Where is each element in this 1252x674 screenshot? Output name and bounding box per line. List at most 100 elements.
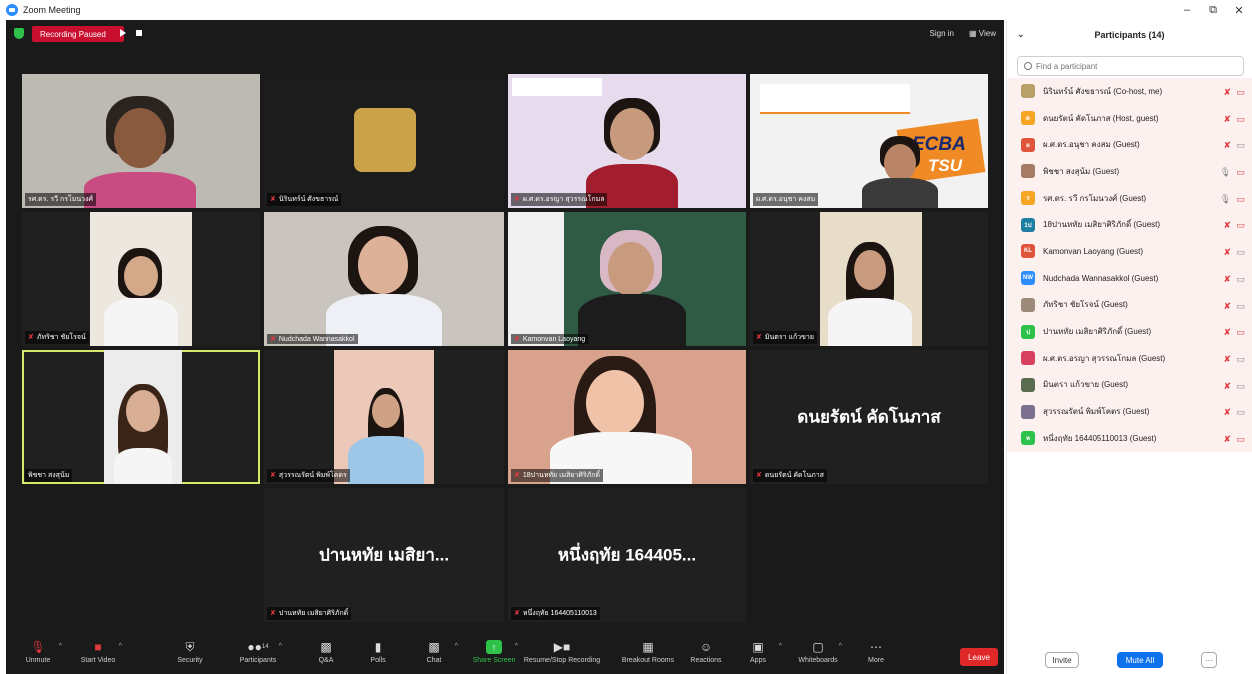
muted-mic-icon[interactable]: ✘ [1223, 354, 1231, 365]
video-tile[interactable]: ดนยรัตน์ คัดโนภาส ✘ ดนยรัตน์ คัดโนภาส [750, 350, 988, 484]
participant-display-name: หนึ่งฤทัย 164405... [557, 545, 697, 565]
participant-list-item[interactable]: ห หนึ่งฤทัย 164405110013 (Guest) ✘ ▭ [1007, 424, 1252, 452]
security-shield-icon[interactable] [14, 28, 24, 39]
leave-button[interactable]: Leave [960, 648, 998, 666]
more-button[interactable]: ⋯ More [846, 640, 906, 664]
resume-stop-recording-button[interactable]: ▶■ Resume/Stop Recording [524, 640, 600, 664]
participants-button[interactable]: ●● 14 ^ Participants [228, 640, 288, 664]
muted-mic-icon[interactable]: ✘ [1223, 274, 1231, 285]
mic-icon[interactable]: 🎙 [1220, 167, 1231, 178]
video-off-icon[interactable]: ▭ [1236, 434, 1245, 445]
video-icon[interactable]: ▭ [1236, 407, 1245, 418]
share-screen-button[interactable]: ↑ ^ Share Screen [464, 640, 524, 664]
chevron-up-icon[interactable]: ^ [119, 643, 122, 650]
minimize-icon[interactable]: – [1174, 0, 1200, 20]
video-tile[interactable]: รศ.ดร. รวี กรโมนวงศ์ [22, 74, 260, 208]
avatar: ร [1021, 191, 1035, 206]
participant-list-item[interactable]: 1ป 18ปานหทัย เมสิยาศิริภักดิ์ (Guest) ✘ ▭ [1007, 211, 1252, 239]
participant-list-item[interactable]: มินตรา แก้วขาย (Guest) ✘ ▭ [1007, 371, 1252, 399]
video-off-icon[interactable]: ▭ [1236, 327, 1245, 338]
participant-list-item[interactable]: ผ.ศ.ดร.อรญา สุวรรณโกมล (Guest) ✘ ▭ [1007, 344, 1252, 372]
stop-recording-icon[interactable] [136, 30, 142, 36]
video-tile[interactable]: ✘ ภัทริชา ชัยโรจน์ [22, 212, 260, 346]
chevron-up-icon[interactable]: ^ [515, 643, 518, 650]
video-tile[interactable]: ✘ สุวรรณรัตน์ พิมพ์โคตร [264, 350, 504, 484]
reactions-button[interactable]: ☺ Reactions [676, 640, 736, 664]
participant-list-item[interactable]: ร รศ.ดร. รวี กรโมนวงศ์ (Guest) 🎙 ▭ [1007, 184, 1252, 212]
avatar: ด [1021, 111, 1035, 126]
mute-all-button[interactable]: Mute All [1117, 652, 1163, 668]
video-tile[interactable]: ✘ Nudchada Wannasakkol [264, 212, 504, 346]
video-tile[interactable]: ECBA TSU ผ.ศ.ดร.อนุชา คงสม [750, 74, 988, 208]
muted-mic-icon[interactable]: ✘ [1223, 140, 1231, 151]
video-off-icon[interactable]: ▭ [1236, 87, 1245, 98]
chevron-up-icon[interactable]: ^ [779, 643, 782, 650]
participant-list-item[interactable]: KL Kamonvan Laoyang (Guest) ✘ ▭ [1007, 238, 1252, 265]
participant-search-input[interactable] [1036, 61, 1236, 71]
participant-name: รศ.ดร. รวี กรโมนวงศ์ (Guest) [1043, 193, 1147, 203]
video-icon[interactable]: ▭ [1236, 301, 1245, 312]
chevron-up-icon[interactable]: ^ [839, 643, 842, 650]
muted-mic-icon[interactable]: ✘ [1223, 247, 1231, 258]
video-off-icon[interactable]: ▭ [1236, 167, 1245, 178]
video-off-icon[interactable]: ▭ [1236, 194, 1245, 205]
qa-button[interactable]: ▩ Q&A [296, 640, 356, 664]
muted-mic-icon[interactable]: ✘ [1223, 87, 1231, 98]
video-tile[interactable]: ✘ Kamonvan Laoyang [508, 212, 746, 346]
resume-recording-icon[interactable] [120, 29, 126, 37]
unmute-button[interactable]: 🎙 ^ Unmute [8, 640, 68, 664]
video-icon[interactable]: ▭ [1236, 140, 1245, 151]
video-icon[interactable]: ▭ [1236, 381, 1245, 392]
chevron-down-icon[interactable]: ⌄ [1017, 29, 1025, 40]
participant-search-box[interactable] [1017, 56, 1244, 76]
participant-list-item[interactable]: NW Nudchada Wannasakkol (Guest) ✘ ▭ [1007, 264, 1252, 292]
view-button[interactable]: ▦ View [969, 29, 996, 38]
participants-panel-title: Participants (14) [1094, 30, 1165, 40]
video-icon[interactable]: ▭ [1236, 247, 1245, 258]
breakout-rooms-button[interactable]: ▦ Breakout Rooms [618, 640, 678, 664]
video-off-icon[interactable]: ▭ [1236, 114, 1245, 125]
video-tile-active-speaker[interactable]: พิชชา สงสุน้ม [22, 350, 260, 484]
mic-icon[interactable]: 🎙 [1220, 194, 1231, 205]
start-video-button[interactable]: ■ ^ Start Video [68, 640, 128, 664]
chat-button[interactable]: ▩ ^ Chat [404, 640, 464, 664]
video-tile[interactable]: หนึ่งฤทัย 164405... ✘ หนึ่งฤทัย 164405110… [508, 488, 746, 622]
chevron-up-icon[interactable]: ^ [59, 643, 62, 650]
participant-list-item[interactable]: ด ดนยรัตน์ คัดโนภาส (Host, guest) ✘ ▭ [1007, 104, 1252, 132]
video-icon[interactable]: ▭ [1236, 354, 1245, 365]
muted-mic-icon[interactable]: ✘ [1223, 407, 1231, 418]
restore-icon[interactable]: ⧉ [1200, 0, 1226, 20]
participant-list-item[interactable]: พิชชา สงสุน้ม (Guest) 🎙 ▭ [1007, 158, 1252, 185]
muted-mic-icon[interactable]: ✘ [1223, 220, 1231, 231]
muted-mic-icon[interactable]: ✘ [1223, 381, 1231, 392]
avatar: ผ [1021, 137, 1035, 152]
sign-in-link[interactable]: Sign in [930, 29, 954, 38]
apps-button[interactable]: ▣ ^ Apps [728, 640, 788, 664]
video-tile[interactable]: ✘ นิรินทร์น์ ศังขธารณ์ [264, 74, 504, 208]
participant-list-item[interactable]: สุวรรณรัตน์ พิมพ์โคตร (Guest) ✘ ▭ [1007, 398, 1252, 425]
muted-mic-icon[interactable]: ✘ [1223, 114, 1231, 125]
close-icon[interactable]: ✕ [1226, 0, 1252, 20]
whiteboards-button[interactable]: ▢ ^ Whiteboards [788, 640, 848, 664]
participant-list-item[interactable]: ภัทริชา ชัยโรจน์ (Guest) ✘ ▭ [1007, 291, 1252, 319]
muted-mic-icon[interactable]: ✘ [1223, 327, 1231, 338]
polls-button[interactable]: ▮ Polls [348, 640, 408, 664]
participant-list-item[interactable]: นิรินทร์น์ ศังขธารณ์ (Co-host, me) ✘ ▭ [1007, 78, 1252, 105]
chevron-up-icon[interactable]: ^ [279, 643, 282, 650]
participant-name-label: ผ.ศ.ดร.อนุชา คงสม [753, 193, 819, 206]
video-tile[interactable]: ✘ ผ.ศ.ดร.อรญา สุวรรณโกมล [508, 74, 746, 208]
video-tile[interactable]: ปานหทัย เมสิยา... ✘ ปานหทัย เมสิยาศิริภัก… [264, 488, 504, 622]
video-tile[interactable]: ✘ 18ปานหทัย เมสิยาศิริภักดิ์ [508, 350, 746, 484]
video-off-icon[interactable]: ▭ [1236, 220, 1245, 231]
muted-mic-icon[interactable]: ✘ [1223, 434, 1231, 445]
chevron-up-icon[interactable]: ^ [455, 643, 458, 650]
video-icon[interactable]: ▭ [1236, 274, 1245, 285]
invite-button[interactable]: Invite [1045, 652, 1079, 668]
participant-list-item[interactable]: ผ ผ.ศ.ดร.อนุชา คงสม (Guest) ✘ ▭ [1007, 131, 1252, 159]
participant-name-label: ✘ Nudchada Wannasakkol [267, 334, 358, 344]
muted-mic-icon[interactable]: ✘ [1223, 301, 1231, 312]
participant-list-item[interactable]: ป ปานหทัย เมสิยาศิริภักดิ์ (Guest) ✘ ▭ [1007, 318, 1252, 345]
more-options-button[interactable]: ··· [1201, 652, 1217, 668]
video-tile[interactable]: ✘ มินตรา แก้วขาย [750, 212, 988, 346]
security-button[interactable]: ⛨ Security [160, 640, 220, 665]
